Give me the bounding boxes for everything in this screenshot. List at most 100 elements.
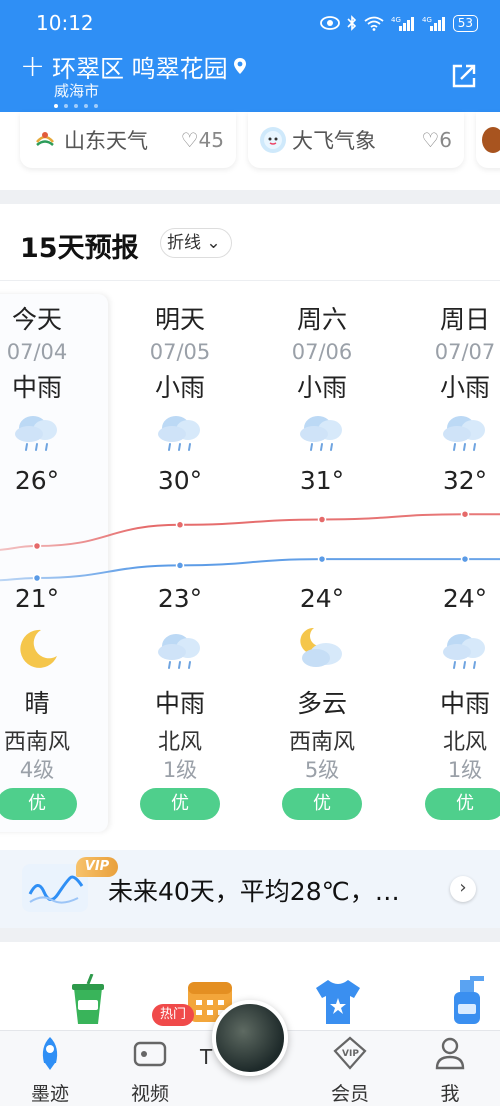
dafei-avatar-icon xyxy=(260,127,286,153)
day-name: 今天 xyxy=(11,305,62,334)
low-temp-point xyxy=(460,554,470,564)
eye-icon xyxy=(319,16,340,30)
high-temp: 32° xyxy=(442,466,488,495)
signal-4g-icon-2: 4G xyxy=(422,16,445,31)
nav-item-me[interactable]: 我 xyxy=(410,1035,490,1106)
night-condition: 中雨 xyxy=(154,689,205,718)
rain-cloud-icon xyxy=(11,408,63,454)
low-temp: 24° xyxy=(299,584,345,613)
section-gap xyxy=(0,190,500,204)
low-temp-line xyxy=(0,558,500,582)
day-name: 明天 xyxy=(154,305,205,334)
sunscreen-icon[interactable] xyxy=(440,974,492,1026)
low-temp: 23° xyxy=(157,584,203,613)
center-video-button[interactable] xyxy=(212,1000,288,1076)
add-city-icon[interactable]: + xyxy=(20,49,46,84)
day-date: 07/04 xyxy=(6,340,68,364)
source-chip-partial[interactable] xyxy=(476,112,500,168)
status-time: 10:12 xyxy=(36,11,94,35)
video-icon xyxy=(133,1041,167,1067)
day-date: 07/06 xyxy=(291,340,353,364)
rain-cloud-icon xyxy=(296,408,348,454)
chart-mode-dropdown[interactable]: 折线 ⌄ xyxy=(160,228,232,258)
forecast-card: 15天预报 折线 ⌄ 今天 07/04 中雨 26° 21° 晴 西南风 4级 … xyxy=(0,204,500,850)
wind-level: 1级 xyxy=(447,758,483,782)
forecast-title: 15天预报 xyxy=(20,233,139,264)
high-temp-point xyxy=(460,509,470,519)
shandong-weather-logo-icon xyxy=(32,127,58,153)
day-name: 周六 xyxy=(296,305,347,334)
high-temp: 30° xyxy=(157,466,203,495)
rain-cloud-icon xyxy=(439,408,491,454)
aqi-badge: 优 xyxy=(0,788,77,820)
high-temp-line xyxy=(0,513,500,551)
day-condition: 小雨 xyxy=(154,373,205,402)
svg-text:VIP: VIP xyxy=(342,1049,359,1059)
wind-direction: 西南风 xyxy=(288,730,355,755)
signal-4g-icon: 4G xyxy=(391,16,414,31)
app-header: 10:12 4G 4G 53 + 环翠区 鸣翠花园 威海市 xyxy=(0,0,500,112)
forty-day-summary: 未来40天，平均28℃，… xyxy=(108,877,400,906)
nav-item-moji[interactable]: 墨迹 xyxy=(10,1035,90,1106)
vip-diamond-icon: VIP xyxy=(333,1036,367,1070)
nav-label: 墨迹 xyxy=(30,1083,69,1105)
high-temp: 26° xyxy=(14,466,60,495)
aqi-badge: 优 xyxy=(140,788,220,820)
day-date: 07/05 xyxy=(149,340,211,364)
location-title[interactable]: 环翠区 鸣翠花园 xyxy=(52,49,228,84)
low-temp-point xyxy=(32,573,42,583)
day-date: 07/07 xyxy=(434,340,496,364)
status-bar: 10:12 4G 4G 53 xyxy=(0,0,500,46)
high-temp-point xyxy=(175,520,185,530)
aqi-badge: 优 xyxy=(282,788,362,820)
high-temp: 31° xyxy=(299,466,345,495)
source-chip-dafei[interactable]: 大飞气象 ♡6 xyxy=(248,112,464,168)
source-name: 大飞气象 xyxy=(292,129,376,153)
low-temp-point xyxy=(175,561,185,570)
location-pin-icon xyxy=(233,58,246,74)
nav-item-vip[interactable]: VIP 会员 xyxy=(310,1035,390,1106)
wifi-icon xyxy=(364,16,384,31)
day-name: 周日 xyxy=(439,305,490,334)
low-temp: 21° xyxy=(14,584,60,613)
partial-source-logo-icon xyxy=(482,127,500,153)
rain-cloud-icon xyxy=(439,626,491,672)
wind-level: 4级 xyxy=(19,758,55,782)
share-icon[interactable] xyxy=(448,60,480,92)
nav-label: 我 xyxy=(440,1083,460,1105)
moon-cloud-icon xyxy=(296,626,348,672)
aqi-badge: 优 xyxy=(425,788,500,820)
wind-direction: 北风 xyxy=(442,730,487,755)
person-icon xyxy=(435,1037,465,1070)
high-temp-point xyxy=(32,541,42,551)
battery-indicator: 53 xyxy=(452,14,478,32)
chevron-down-icon: ⌄ xyxy=(206,233,221,253)
source-name: 山东天气 xyxy=(64,129,148,153)
location-subtitle: 威海市 xyxy=(54,82,100,100)
hot-badge: 热门 xyxy=(152,1004,195,1026)
svg-text:4G: 4G xyxy=(422,16,432,24)
wind-direction: 西南风 xyxy=(3,730,70,755)
nav-item-video[interactable]: 视频 xyxy=(110,1035,190,1106)
nav-partial-label: T xyxy=(200,1045,213,1069)
nav-label: 会员 xyxy=(330,1083,369,1105)
forty-day-banner[interactable]: VIP 未来40天，平均28℃，… › xyxy=(0,850,500,928)
chart-mode-label: 折线 xyxy=(167,233,201,253)
like-count-value: 45 xyxy=(198,128,224,152)
chevron-right-icon[interactable]: › xyxy=(450,876,476,902)
source-chips: 山东天气 ♡45 大飞气象 ♡6 xyxy=(0,112,500,190)
rocket-icon xyxy=(42,1037,58,1070)
bluetooth-icon xyxy=(347,15,356,31)
like-count[interactable]: ♡6 xyxy=(421,128,452,152)
nav-label: 视频 xyxy=(130,1083,169,1105)
low-temp: 24° xyxy=(442,584,488,613)
drink-cup-icon[interactable] xyxy=(62,974,114,1026)
like-count[interactable]: ♡45 xyxy=(181,128,224,152)
night-condition: 晴 xyxy=(24,689,50,718)
source-chip-shandong[interactable]: 山东天气 ♡45 xyxy=(20,112,236,168)
moon-icon xyxy=(11,626,63,672)
night-condition: 多云 xyxy=(296,689,347,718)
tshirt-icon[interactable] xyxy=(312,974,364,1026)
section-gap xyxy=(0,928,500,942)
low-temp-point xyxy=(317,554,327,564)
